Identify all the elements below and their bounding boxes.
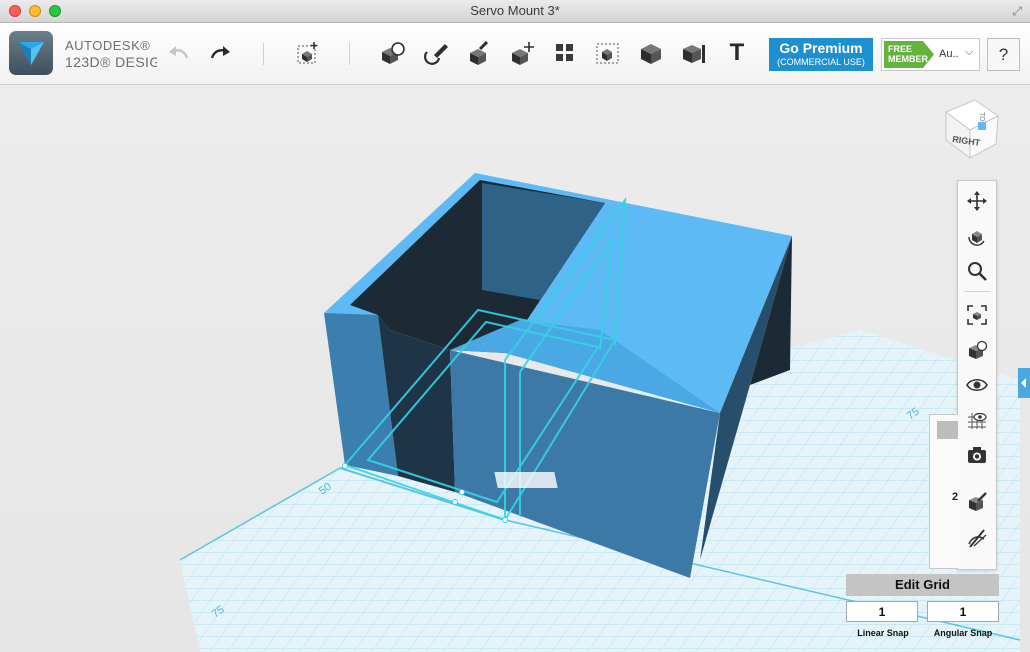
linear-snap-field[interactable]: 1: [846, 601, 918, 622]
visibility-button[interactable]: [964, 372, 990, 398]
app-logo[interactable]: [9, 31, 53, 75]
member-tag-line2: MEMBER: [888, 54, 928, 64]
fit-icon: [967, 305, 987, 325]
primitives-button[interactable]: [377, 37, 409, 69]
app-logo-icon: [18, 42, 44, 65]
sketch-handle[interactable]: [452, 499, 458, 505]
sketch-icon: [424, 44, 448, 65]
fullscreen-icon[interactable]: ⤢: [1012, 4, 1022, 19]
outline-icon: [968, 529, 987, 548]
transform-button[interactable]: [292, 37, 324, 69]
modify-button[interactable]: [506, 37, 538, 69]
material-button[interactable]: [964, 488, 990, 514]
outline-button[interactable]: [964, 525, 990, 551]
modify-icon: [512, 42, 534, 65]
pan-icon: [967, 191, 987, 211]
undo-icon: [169, 46, 189, 59]
construct-icon: [470, 40, 489, 65]
go-premium-button[interactable]: Go Premium (COMMERCIAL USE): [769, 38, 873, 71]
orbit-icon: [968, 231, 985, 246]
go-premium-label: Go Premium: [779, 40, 863, 56]
sketch-button[interactable]: [420, 37, 452, 69]
scene-canvas[interactable]: 50 75 75 RIGHT TOP: [0, 85, 1030, 652]
main-toolbar: AUTODESK® 123D® DESIGN: [0, 23, 1030, 85]
view-cube-home-icon[interactable]: [978, 122, 986, 130]
perspective-icon: [969, 340, 988, 359]
chevron-down-icon: ⌵: [965, 46, 974, 58]
brand-product: 123D® DESIGN: [65, 54, 157, 70]
grouping-button[interactable]: [592, 37, 624, 69]
grid-panel-button[interactable]: [937, 421, 958, 439]
transform-icon: [297, 42, 318, 64]
redo-icon: [210, 46, 230, 59]
measure-icon: [683, 45, 705, 63]
toolbar-separator: [263, 43, 264, 65]
text-icon: T: [729, 39, 745, 66]
text-button[interactable]: T: [721, 37, 753, 69]
pattern-icon: [556, 44, 573, 61]
grid-panel-value: 2: [952, 491, 959, 503]
nav-separator: [964, 291, 990, 292]
window-titlebar: Servo Mount 3* ⤢: [0, 0, 1030, 23]
orbit-button[interactable]: [964, 223, 990, 249]
account-menu[interactable]: FREE MEMBER Au.. ⌵: [881, 38, 980, 71]
eye-icon: [966, 378, 988, 392]
window-title: Servo Mount 3*: [470, 3, 560, 18]
selected-face-highlight: [494, 472, 558, 488]
navigation-bar: [957, 180, 997, 570]
undo-button[interactable]: [163, 37, 195, 69]
view-cube[interactable]: RIGHT TOP: [944, 99, 999, 159]
combine-button[interactable]: [635, 37, 667, 69]
view-mode-button[interactable]: [964, 337, 990, 363]
edit-grid-button[interactable]: Edit Grid: [846, 574, 999, 596]
expand-panel-button[interactable]: [1018, 368, 1030, 398]
sketch-handle[interactable]: [459, 489, 465, 495]
fit-to-view-button[interactable]: [964, 302, 990, 328]
free-member-badge: FREE MEMBER: [884, 41, 934, 68]
3d-viewport[interactable]: 50 75 75 RIGHT TOP: [0, 85, 1030, 652]
go-premium-sublabel: (COMMERCIAL USE): [777, 57, 865, 67]
material-icon: [969, 492, 987, 511]
brand-company: AUTODESK®: [65, 38, 151, 53]
toolbar-separator: [349, 43, 350, 65]
grid-settings-panel: 2: [929, 414, 958, 569]
grid-eye-icon: [968, 412, 987, 429]
camera-icon: [968, 447, 986, 463]
magnifier-icon: [968, 262, 987, 281]
primitives-icon: [382, 42, 405, 64]
redo-button[interactable]: [204, 37, 236, 69]
angular-snap-field[interactable]: 1: [927, 601, 999, 622]
pan-button[interactable]: [964, 188, 990, 214]
pattern-button[interactable]: [549, 37, 581, 69]
help-button[interactable]: ?: [987, 38, 1020, 71]
construct-button[interactable]: [463, 37, 495, 69]
account-username: Au..: [939, 48, 959, 60]
measure-button[interactable]: [678, 37, 710, 69]
zoom-button[interactable]: [964, 258, 990, 284]
grouping-icon: [596, 43, 619, 64]
angular-snap-label: Angular Snap: [933, 628, 993, 638]
sketch-handle[interactable]: [502, 517, 508, 523]
member-tag-line1: FREE: [888, 44, 913, 54]
linear-snap-label: Linear Snap: [857, 628, 909, 638]
combine-icon: [641, 44, 661, 64]
sketch-handle[interactable]: [342, 463, 348, 469]
screenshot-button[interactable]: [964, 442, 990, 468]
grid-visibility-button[interactable]: [964, 407, 990, 433]
